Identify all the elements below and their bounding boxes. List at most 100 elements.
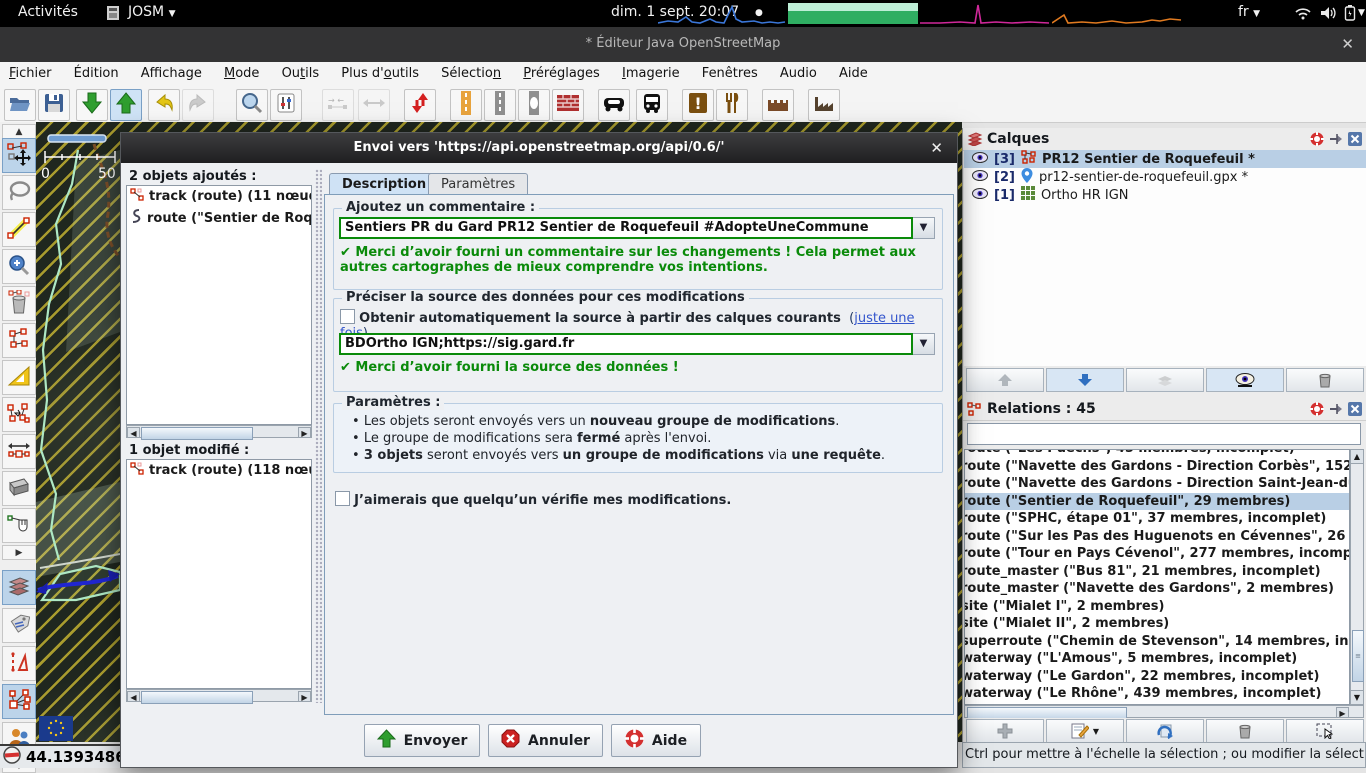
works-button[interactable] <box>808 89 840 121</box>
redo-button[interactable] <box>182 89 214 121</box>
eye-icon[interactable] <box>972 170 988 185</box>
relation-row[interactable]: waterway ("Le Gardon", 22 membres, incom… <box>964 668 1349 686</box>
refresh-relation-button[interactable] <box>1126 719 1204 743</box>
road-residential-button[interactable] <box>484 89 516 121</box>
open-file-button[interactable] <box>4 89 36 121</box>
map-zoom-slider[interactable] <box>48 135 106 142</box>
activities-button[interactable]: Activités <box>18 4 78 20</box>
merge-layers-button[interactable] <box>1126 368 1204 392</box>
help-button[interactable]: Aide <box>611 724 701 757</box>
add-relation-button[interactable] <box>966 719 1044 743</box>
unglue-button[interactable]: → ← <box>322 89 354 121</box>
relation-row[interactable]: site ("Mialet I", 2 membres) <box>964 598 1349 616</box>
scroll-up-icon[interactable]: ▲ <box>1351 450 1363 464</box>
checkbox-icon[interactable] <box>335 491 350 506</box>
relation-row[interactable]: route_master ("Navette des Gardons", 2 m… <box>964 580 1349 598</box>
point-tool[interactable] <box>2 508 36 543</box>
modified-list-hscrollbar[interactable]: ◀ ▶ <box>126 689 312 702</box>
menu-edition[interactable]: Édition <box>65 62 128 87</box>
road-tertiary-button[interactable] <box>450 89 482 121</box>
scroll-down-icon[interactable]: ▼ <box>1351 690 1363 704</box>
show-hide-layer-button[interactable] <box>1206 368 1284 392</box>
hscroll-thumb[interactable] <box>141 427 253 440</box>
comment-combobox[interactable]: Sentiers PR du Gard PR12 Sentier de Roqu… <box>339 217 935 239</box>
menu-imagerie[interactable]: Imagerie <box>613 62 689 87</box>
added-object-row[interactable]: route ("Sentier de Roque <box>127 207 311 229</box>
scroll-left-icon[interactable]: ◀ <box>127 427 140 438</box>
relation-row-selected[interactable]: route ("Sentier de Roquefeuil", 29 membr… <box>964 493 1349 511</box>
expand-tools-icon[interactable]: ▶ <box>2 545 36 560</box>
bus-button[interactable] <box>636 89 668 121</box>
cancel-button[interactable]: Annuler <box>488 724 603 757</box>
barrier-wall-button[interactable] <box>552 89 584 121</box>
edit-relation-button[interactable]: ▼ <box>1046 719 1124 743</box>
wifi-icon[interactable] <box>1295 6 1311 24</box>
relations-hscrollbar[interactable]: ▶ <box>964 705 1364 718</box>
relation-row[interactable]: waterway ("L'Amous", 5 membres, incomple… <box>964 650 1349 668</box>
added-list-hscrollbar[interactable]: ◀ ▶ <box>126 425 312 438</box>
menu-plus-doutils[interactable]: Plus d'outils <box>332 62 428 87</box>
menu-outils[interactable]: Outils <box>273 62 329 87</box>
source-value[interactable]: BDOrtho IGN;https://sig.gard.fr <box>339 333 913 355</box>
tab-description[interactable]: Description <box>329 173 439 196</box>
battery-icon[interactable] <box>1344 5 1356 25</box>
menu-mode[interactable]: Mode <box>215 62 268 87</box>
source-combobox[interactable]: BDOrtho IGN;https://sig.gard.fr ▼ <box>339 333 935 355</box>
merge-node-tool[interactable] <box>2 323 36 358</box>
upload-dialog-titlebar[interactable]: Envoi vers 'https://api.openstreetmap.or… <box>121 133 957 163</box>
relation-row[interactable]: superroute ("Chemin de Stevenson", 14 me… <box>964 633 1349 651</box>
menu-aide[interactable]: Aide <box>830 62 877 87</box>
undo-button[interactable] <box>148 89 180 121</box>
scroll-left-icon[interactable]: ◀ <box>127 691 140 702</box>
relations-filter-input[interactable] <box>967 423 1361 445</box>
relation-row[interactable]: route_master ("Bus 81", 21 membres, inco… <box>964 563 1349 581</box>
menu-affichage[interactable]: Affichage <box>132 62 211 87</box>
send-button[interactable]: Envoyer <box>364 724 480 757</box>
layer-row[interactable]: [1] Ortho HR IGN <box>964 186 1366 204</box>
chevron-down-icon[interactable]: ▼ <box>1358 8 1365 18</box>
menu-audio[interactable]: Audio <box>771 62 826 87</box>
relation-row[interactable]: site ("Mialet II", 2 membres) <box>964 615 1349 633</box>
help-lifebuoy-icon[interactable] <box>1310 402 1324 420</box>
scroll-up-icon[interactable]: ▲ <box>2 124 36 139</box>
move-layer-up-button[interactable] <box>966 368 1044 392</box>
relations-vscrollbar[interactable]: ▲ ≡ ▼ <box>1350 449 1364 705</box>
extrude-tool[interactable] <box>2 434 36 469</box>
window-close-icon[interactable]: ✕ <box>1341 35 1354 53</box>
unstick-icon[interactable] <box>1329 132 1343 150</box>
dialog-splitter[interactable] <box>315 169 322 703</box>
relation-row[interactable]: route ("Navette des Gardons - Direction … <box>964 458 1349 476</box>
adjust-width-button[interactable] <box>358 89 390 121</box>
relation-row[interactable]: route ("Tour en Pays Cévenol", 277 membr… <box>964 545 1349 563</box>
unstick-icon[interactable] <box>1329 402 1343 420</box>
delete-tool[interactable] <box>2 286 36 321</box>
relation-row[interactable]: route ("Navette des Gardons - Direction … <box>964 475 1349 493</box>
tab-parametres[interactable]: Paramètres <box>428 173 528 196</box>
scroll-right-icon[interactable]: ▶ <box>298 691 311 702</box>
restaurant-button[interactable] <box>716 89 748 121</box>
layers-toggle-button[interactable] <box>2 570 36 605</box>
improve-way-tool[interactable] <box>2 397 36 432</box>
zoom-tool[interactable] <box>2 249 36 284</box>
app-menu-button[interactable]: JOSM ▼ <box>128 4 176 20</box>
building-tool[interactable] <box>2 471 36 506</box>
comment-value[interactable]: Sentiers PR du Gard PR12 Sentier de Roqu… <box>339 217 913 239</box>
select-members-button[interactable] <box>1286 719 1364 743</box>
preferences-button[interactable] <box>270 89 302 121</box>
lasso-tool[interactable] <box>2 175 36 210</box>
selection-toggle-button[interactable] <box>2 646 36 681</box>
chevron-down-icon[interactable]: ▼ <box>913 333 935 355</box>
checkbox-icon[interactable] <box>340 309 355 324</box>
relation-row[interactable]: route ("Les Puechs", 45 membres, incompl… <box>964 449 1349 458</box>
dialog-close-icon[interactable]: ✕ <box>930 139 943 157</box>
close-panel-icon[interactable] <box>1348 402 1362 420</box>
chevron-down-icon[interactable]: ▼ <box>913 217 935 239</box>
close-panel-icon[interactable] <box>1348 132 1362 150</box>
review-checkbox-row[interactable]: J’aimerais que quelqu’un vérifie mes mod… <box>335 491 731 508</box>
help-lifebuoy-icon[interactable] <box>1310 132 1324 150</box>
hazard-button[interactable]: ! <box>682 89 714 121</box>
castle-button[interactable] <box>762 89 794 121</box>
added-object-row[interactable]: track (route) (11 nœuds) <box>127 186 311 207</box>
tags-toggle-button[interactable] <box>2 608 36 643</box>
select-move-tool[interactable] <box>2 138 36 173</box>
